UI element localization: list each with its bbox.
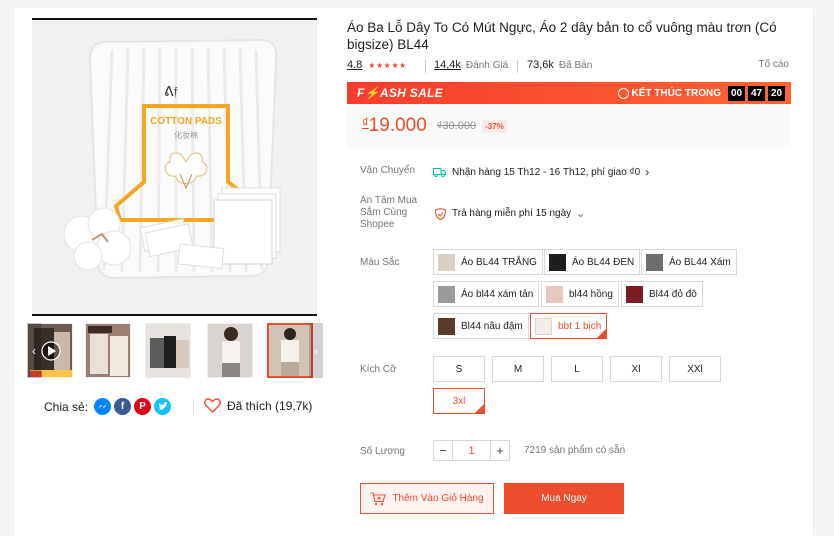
shipping-info[interactable]: Nhận hàng 15 Th12 - 16 Th12, phí giao ₫0…: [433, 165, 649, 179]
svg-text:化妆棉: 化妆棉: [174, 130, 198, 140]
product-photo: [86, 324, 130, 377]
quantity-decrease-button[interactable]: −: [433, 440, 453, 461]
divider: [517, 60, 518, 73]
heart-icon: [204, 398, 221, 413]
thumbnail-strip: ‹ ›: [27, 323, 323, 380]
cotton-pads-image: ᕕ𝔣 COTTON PADS 化妆棉: [32, 20, 317, 314]
thumbnail-2[interactable]: [85, 323, 131, 378]
sold-count: 73,6k: [527, 59, 554, 71]
size-option-l[interactable]: L: [551, 356, 603, 382]
rating-value: 4.8: [347, 59, 363, 71]
pinterest-icon[interactable]: P: [134, 398, 152, 415]
add-to-cart-label: Thêm Vào Giỏ Hàng: [392, 493, 484, 504]
quantity-label: Số Lượng: [360, 446, 405, 457]
color-option-bbt-selected[interactable]: bbt 1 bịch: [530, 313, 608, 339]
color-option-xam-tan[interactable]: Áo bl44 xám tản: [433, 281, 540, 307]
share-bar: Chia sẻ: f P: [44, 398, 174, 415]
reviews-count: 14,4k: [434, 59, 461, 71]
like-count-label: Đã thích (19,7k): [227, 398, 313, 413]
countdown-hours: 00: [728, 85, 745, 101]
variant-thumbnail: [626, 285, 643, 303]
flash-sale-logo: F⚡ASH SALE: [357, 86, 443, 100]
main-product-image[interactable]: ᕕ𝔣 COTTON PADS 化妆棉: [32, 18, 317, 316]
variant-thumbnail: [438, 285, 455, 303]
stock-available: 7219 sản phẩm có sẵn: [524, 445, 626, 456]
countdown-minutes: 47: [748, 85, 765, 101]
product-stats: 4.8 ★★★★★ 14,4k Đánh Giá 73,6k Đã Bán Tố…: [347, 59, 789, 75]
divider: [425, 60, 426, 73]
sold-summary: 73,6k Đã Bán: [527, 59, 592, 71]
thumbnails-prev-button[interactable]: ‹: [27, 323, 41, 378]
like-button[interactable]: Đã thích (19,7k): [204, 398, 312, 413]
original-price: ₫30.000: [436, 120, 477, 132]
price-section: ₫19.000 ₫30.000 -37%: [347, 104, 791, 148]
shield-icon: [435, 207, 446, 220]
star-rating-icon: ★★★★★: [368, 60, 407, 70]
quantity-input[interactable]: 1: [453, 440, 490, 461]
chevron-right-icon: ›: [645, 165, 650, 179]
size-option-m[interactable]: M: [492, 356, 544, 382]
size-option-xxl[interactable]: XXl: [669, 356, 721, 382]
svg-text:COTTON PADS: COTTON PADS: [150, 116, 222, 127]
product-photo: [146, 324, 190, 377]
color-option-do-do[interactable]: Bl44 đỏ đô: [621, 281, 703, 307]
cart-plus-icon: [370, 491, 387, 505]
size-option-3xl-selected[interactable]: 3xl: [433, 388, 485, 414]
reviews-label: Đánh Giá: [465, 59, 509, 71]
chevron-down-icon: ⌄: [576, 208, 586, 220]
color-option-nau-dam[interactable]: Bl44 nâu đậm: [433, 313, 529, 339]
rating-summary[interactable]: 4.8 ★★★★★: [347, 59, 407, 71]
return-policy-text: Trả hàng miễn phí 15 ngày: [452, 208, 572, 219]
discount-badge: -37%: [482, 119, 507, 133]
buy-now-button[interactable]: Mua Ngay: [504, 483, 624, 514]
product-photo: [269, 325, 311, 376]
clock-icon: [617, 87, 629, 99]
thumbnail-5-selected[interactable]: [267, 323, 313, 378]
variant-thumbnail: [646, 253, 663, 271]
color-option-xam[interactable]: Áo BL44 Xám: [641, 249, 737, 275]
product-card: ᕕ𝔣 COTTON PADS 化妆棉 ‹ › Chia sẻ: f P Đã t…: [14, 8, 813, 536]
color-option-hong[interactable]: bl44 hồng: [541, 281, 619, 307]
product-photo: [208, 324, 252, 377]
truck-icon: [433, 167, 446, 177]
share-label: Chia sẻ:: [44, 399, 89, 414]
thumbnail-4[interactable]: [207, 323, 253, 378]
shipping-text: Nhận hàng 15 Th12 - 16 Th12, phí giao ₫0: [452, 166, 641, 178]
variant-thumbnail: [546, 285, 563, 303]
size-option-xl[interactable]: Xl: [610, 356, 662, 382]
sold-label: Đã Bán: [558, 59, 593, 71]
countdown-seconds: 20: [768, 85, 785, 101]
add-to-cart-button[interactable]: Thêm Vào Giỏ Hàng: [360, 483, 494, 514]
current-price: ₫19.000: [362, 115, 427, 136]
size-label: Kích Cỡ: [360, 364, 397, 375]
guarantee-label: An Tâm Mua Sắm Cùng Shopee: [360, 195, 418, 230]
report-link[interactable]: Tố cáo: [758, 59, 789, 70]
facebook-icon[interactable]: f: [114, 398, 132, 415]
thumbnail-3[interactable]: [145, 323, 191, 378]
twitter-icon[interactable]: [154, 398, 172, 415]
variant-thumbnail: [535, 317, 552, 335]
flash-sale-bar: F⚡ASH SALE KẾT THÚC TRONG 00 47 20: [347, 82, 791, 104]
variant-thumbnail: [438, 317, 455, 335]
svg-text:ᕕ𝔣: ᕕ𝔣: [164, 85, 178, 100]
product-title: Áo Ba Lỗ Dây To Có Mút Ngực, Áo 2 dây bả…: [347, 20, 777, 52]
divider: [193, 399, 194, 415]
lightning-icon: ⚡: [364, 86, 380, 100]
return-policy[interactable]: Trả hàng miễn phí 15 ngày ⌄: [435, 207, 585, 220]
ends-in-label: KẾT THÚC TRONG: [631, 87, 721, 99]
quantity-increase-button[interactable]: +: [490, 440, 510, 461]
variant-thumbnail: [438, 253, 455, 271]
messenger-icon[interactable]: [94, 398, 112, 415]
size-option-s[interactable]: S: [433, 356, 485, 382]
quantity-stepper: − 1 + 7219 sản phẩm có sẵn: [433, 440, 625, 461]
reviews-summary[interactable]: 14,4k Đánh Giá: [434, 59, 508, 71]
color-option-trang[interactable]: Áo BL44 TRẮNG: [433, 249, 543, 275]
color-option-den[interactable]: Áo BL44 ĐEN: [544, 249, 641, 275]
color-label: Màu Sắc: [360, 257, 400, 268]
flash-sale-countdown: KẾT THÚC TRONG 00 47 20: [617, 85, 785, 101]
thumbnails-next-button[interactable]: ›: [309, 323, 323, 378]
variant-thumbnail: [549, 253, 566, 271]
shipping-label: Vận Chuyển: [360, 165, 416, 176]
